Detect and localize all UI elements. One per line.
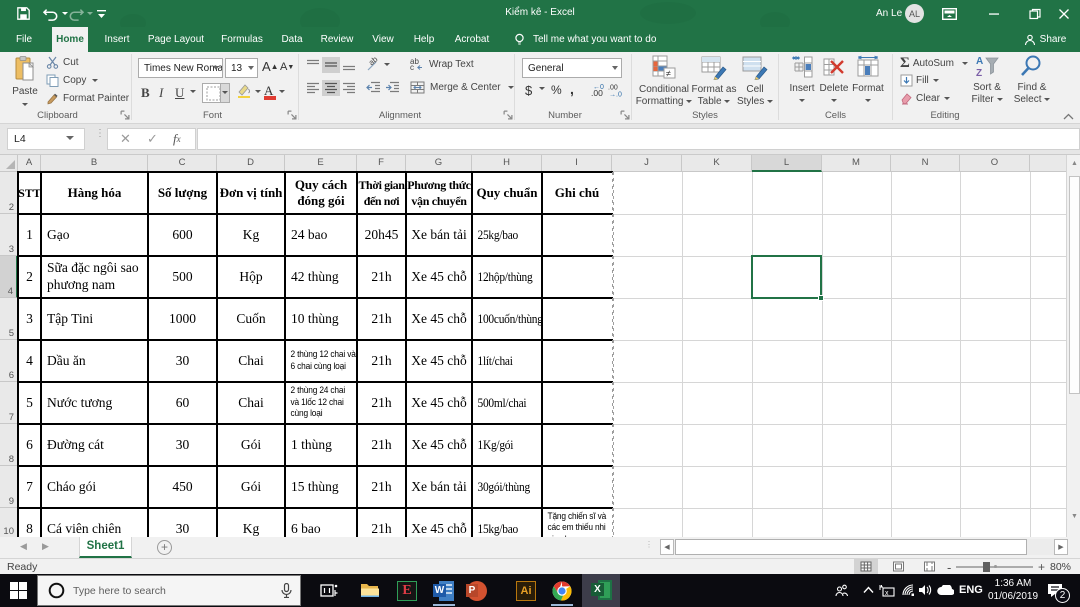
svg-text:.00: .00 bbox=[608, 85, 618, 92]
svg-text:Z: Z bbox=[976, 68, 982, 78]
svg-text:→.0: →.0 bbox=[609, 92, 622, 98]
svg-text:←0: ←0 bbox=[593, 84, 604, 91]
svg-text:ab: ab bbox=[367, 56, 380, 67]
svg-text:A: A bbox=[976, 56, 983, 67]
svg-text:c: c bbox=[410, 63, 414, 71]
svg-text:≠: ≠ bbox=[666, 69, 671, 79]
svg-text:x: x bbox=[885, 590, 889, 597]
